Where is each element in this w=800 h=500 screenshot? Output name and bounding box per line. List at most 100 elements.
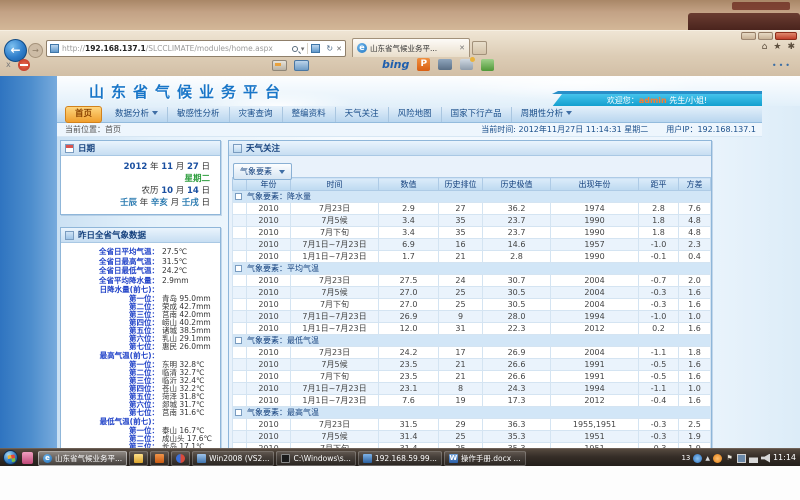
cell: 1月1日~7月23日 [291, 251, 379, 263]
taskbar-button-2[interactable] [129, 451, 148, 466]
taskbar-button-1[interactable]: e山东省气候业务平... [38, 451, 127, 466]
taskbar-button-7[interactable]: 192.168.59.99... [358, 451, 442, 466]
table-row[interactable]: 20107月1日~7月23日6.91614.61957-1.02.3 [233, 239, 711, 251]
calendar-icon [65, 144, 74, 153]
home-icon[interactable]: ⌂ [762, 42, 768, 52]
rdp-icon [363, 454, 372, 463]
nav-item-4[interactable]: 灾害查询 [229, 107, 282, 122]
tools-gear-icon[interactable]: ✱ [787, 42, 795, 52]
start-button[interactable] [3, 450, 18, 465]
taskbar-button-4[interactable] [171, 451, 190, 466]
taskbar-button-3[interactable] [150, 451, 169, 466]
section-checkbox[interactable] [235, 193, 242, 200]
column-header: 历史排位 [439, 178, 483, 191]
maximize-button[interactable] [758, 32, 773, 40]
quick-launch-icon[interactable] [22, 452, 33, 464]
compatibility-view-icon[interactable] [311, 44, 320, 53]
cell: 31 [439, 323, 483, 335]
card-icon[interactable] [272, 60, 287, 71]
table-row[interactable]: 20107月5候3.43523.719901.84.8 [233, 215, 711, 227]
table-row[interactable]: 20107月下旬23.52126.61991-0.51.6 [233, 371, 711, 383]
table-row[interactable]: 20107月23日2.92736.219742.87.6 [233, 203, 711, 215]
blocked-icon[interactable] [18, 59, 30, 71]
new-tab-button[interactable] [472, 41, 487, 55]
table-row[interactable]: 20107月1日~7月23日26.9928.01994-1.01.0 [233, 311, 711, 323]
nav-item-3[interactable]: 敏感性分析 [167, 107, 229, 122]
cell: 16 [439, 239, 483, 251]
nav-item-5[interactable]: 整编资料 [282, 107, 335, 122]
cell: 3.4 [379, 227, 439, 239]
table-row[interactable]: 20101月1日~7月23日12.03122.320120.21.6 [233, 323, 711, 335]
dropdown-caret-icon[interactable]: ▾ [301, 45, 305, 53]
row-checkbox-cell [233, 323, 247, 335]
table-row[interactable]: 20107月下旬3.43523.719901.84.8 [233, 227, 711, 239]
table-row[interactable]: 20107月5候23.52126.61991-0.51.6 [233, 359, 711, 371]
ime-icon[interactable] [460, 59, 473, 70]
table-row[interactable]: 20107月5候31.42535.31951-0.31.9 [233, 431, 711, 443]
cell: 2004 [551, 287, 639, 299]
section-checkbox[interactable] [235, 265, 242, 272]
row-checkbox-cell [233, 287, 247, 299]
table-row[interactable]: 20107月1日~7月23日23.1824.31994-1.11.0 [233, 383, 711, 395]
cell: 12.0 [379, 323, 439, 335]
nav-item-1[interactable]: 首页 [65, 106, 102, 123]
bing-logo[interactable]: bing [382, 58, 409, 71]
element-filter-button[interactable]: 气象要素 [233, 163, 292, 180]
network-icon[interactable] [749, 454, 758, 463]
stop-icon[interactable]: ✕ [336, 45, 342, 53]
table-row[interactable]: 20101月1日~7月23日1.7212.81990-0.10.4 [233, 251, 711, 263]
refresh-icon[interactable]: ↻ [326, 44, 333, 53]
address-bar[interactable]: http://192.168.137.1/SLCCLIMATE/modules/… [46, 40, 346, 57]
nav-item-8[interactable]: 国家下行产品 [441, 107, 511, 122]
close-button[interactable] [775, 32, 797, 40]
nav-item-7[interactable]: 风险地图 [388, 107, 441, 122]
browser-tab[interactable]: e 山东省气候业务平... ✕ [352, 38, 470, 57]
tab-close-icon[interactable]: ✕ [459, 44, 465, 52]
cell: 1991 [551, 371, 639, 383]
date-panel-body: 2012 年 11 月 27 日星期二农历 10 月 14 日壬辰 年 辛亥 月… [61, 156, 220, 209]
taskbar-button-6[interactable]: C:\Windows\s... [276, 451, 355, 466]
nav-item-6[interactable]: 天气关注 [335, 107, 388, 122]
favorites-star-icon[interactable]: ★ [773, 42, 781, 52]
ime-badge[interactable]: 13 [681, 454, 690, 463]
taskbar-button-8[interactable]: W操作手册.docx ... [444, 451, 526, 466]
table-row[interactable]: 20107月23日27.52430.72004-0.72.0 [233, 275, 711, 287]
globe-icon[interactable] [693, 454, 702, 463]
media-app-icon [176, 454, 185, 463]
display-icon[interactable] [737, 454, 746, 463]
action-center-flag-icon[interactable]: ⚑ [725, 454, 734, 463]
cell: 1957 [551, 239, 639, 251]
show-hidden-icons[interactable]: ▲ [705, 454, 710, 463]
table-row[interactable]: 20107月5候27.02530.52004-0.31.6 [233, 287, 711, 299]
toolbar-close-icon[interactable]: x [6, 60, 11, 69]
row-checkbox-cell [233, 359, 247, 371]
url-text[interactable]: http://192.168.137.1/SLCCLIMATE/modules/… [62, 44, 292, 53]
taskbar-button-5[interactable]: Win2008 (VS2... [192, 451, 274, 466]
taskbar-clock[interactable]: 11:14 [773, 453, 796, 462]
nav-item-2[interactable]: 数据分析 [106, 107, 167, 122]
table-row[interactable]: 20107月下旬27.02530.52004-0.31.6 [233, 299, 711, 311]
table-row[interactable]: 20107月23日24.21726.92004-1.11.8 [233, 347, 711, 359]
section-checkbox[interactable] [235, 409, 242, 416]
volume-icon[interactable] [761, 454, 770, 463]
mail-icon[interactable] [294, 60, 309, 71]
column-header: 历史极值 [483, 178, 551, 191]
capture-icon[interactable] [438, 59, 452, 70]
toolbar-overflow-dots[interactable]: ••• [772, 61, 792, 70]
nav-item-9[interactable]: 周期性分析 [511, 107, 582, 122]
search-icon[interactable] [292, 46, 298, 52]
dictionary-icon[interactable]: P [417, 58, 430, 71]
taskbar-button-label: 192.168.59.99... [375, 454, 437, 463]
minimize-button[interactable] [741, 32, 756, 40]
cell: 1.6 [679, 299, 711, 311]
window-controls [741, 32, 797, 40]
section-checkbox[interactable] [235, 337, 242, 344]
cell: 1951 [551, 431, 639, 443]
addons-icon[interactable] [481, 59, 494, 71]
cell: 21 [439, 251, 483, 263]
cell: 4.8 [679, 227, 711, 239]
antivirus-icon[interactable] [713, 454, 722, 463]
table-row[interactable]: 20107月23日31.52936.31955,1951-0.32.5 [233, 419, 711, 431]
cell: 1月1日~7月23日 [291, 323, 379, 335]
table-row[interactable]: 20101月1日~7月23日7.61917.32012-0.41.6 [233, 395, 711, 407]
